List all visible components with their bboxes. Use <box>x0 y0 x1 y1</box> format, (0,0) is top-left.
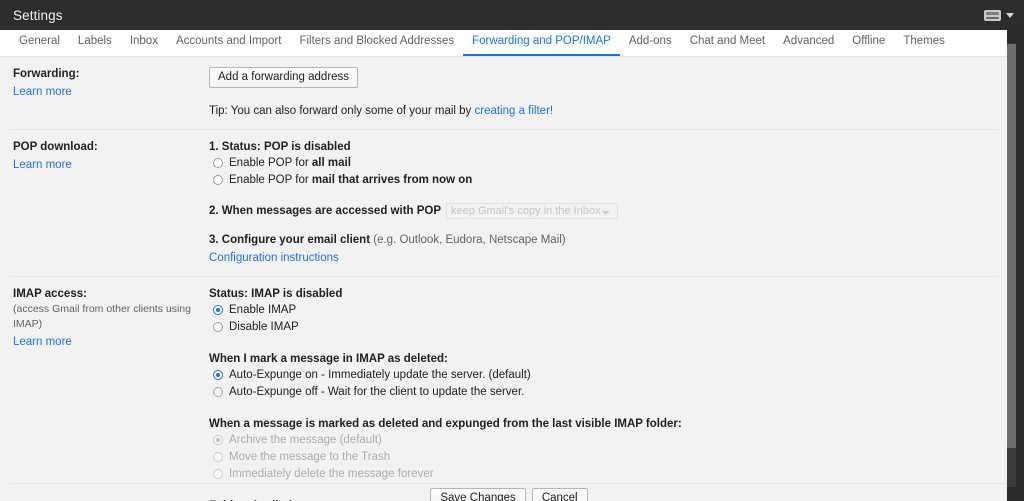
imap-expunged-archive-label: Archive the message (default) <box>229 433 382 448</box>
add-forwarding-address-button[interactable]: Add a forwarding address <box>209 67 358 88</box>
section-forwarding: Forwarding: Learn more Add a forwarding … <box>10 57 998 130</box>
page-scrollbar[interactable] <box>1007 30 1016 501</box>
pop-heading: POP download: <box>13 140 208 155</box>
pop-option-all-mail-row[interactable]: Enable POP for all mail <box>209 155 998 172</box>
imap-deleted-heading: When I mark a message in IMAP as deleted… <box>209 352 998 367</box>
pop-status-label: 1. Status: POP is disabled <box>209 140 998 155</box>
imap-expunge-off-label: Auto-Expunge off - Wait for the client t… <box>229 385 524 400</box>
settings-page: General Labels Inbox Accounts and Import… <box>0 30 1008 501</box>
pop-label-column: POP download: Learn more <box>10 139 208 266</box>
imap-expunged-archive-radio <box>213 435 223 445</box>
tab-filters-and-blocked-addresses[interactable]: Filters and Blocked Addresses <box>290 35 463 56</box>
pop-option-from-now-on-prefix: Enable POP for <box>229 174 312 186</box>
imap-disable-radio[interactable] <box>213 322 223 332</box>
settings-tabbar: General Labels Inbox Accounts and Import… <box>0 30 1008 57</box>
imap-content-column: Status: IMAP is disabled Enable IMAP Dis… <box>208 286 998 501</box>
save-changes-button[interactable]: Save Changes <box>430 488 525 501</box>
pop-option-all-mail-strong: all mail <box>312 157 351 169</box>
titlebar-right-controls <box>984 10 1014 21</box>
tab-chat-and-meet[interactable]: Chat and Meet <box>681 35 774 56</box>
keyboard-icon[interactable] <box>984 10 1001 21</box>
imap-expunged-delete-radio <box>213 469 223 479</box>
tab-labels[interactable]: Labels <box>69 35 121 56</box>
cancel-button[interactable]: Cancel <box>532 488 588 501</box>
forwarding-tip-text: Tip: You can also forward only some of y… <box>209 105 474 117</box>
forwarding-heading: Forwarding: <box>13 67 208 82</box>
tab-accounts-and-import[interactable]: Accounts and Import <box>167 35 290 56</box>
imap-enable-label: Enable IMAP <box>229 303 296 318</box>
section-imap-access: IMAP access: (access Gmail from other cl… <box>10 277 998 501</box>
imap-expunged-delete-label: Immediately delete the message forever <box>229 467 434 482</box>
imap-disable-label: Disable IMAP <box>229 320 299 335</box>
chevron-down-icon[interactable] <box>1006 13 1014 18</box>
forwarding-label-column: Forwarding: Learn more <box>10 66 208 119</box>
scrollbar-thumb[interactable] <box>1007 44 1016 448</box>
forwarding-tip: Tip: You can also forward only some of y… <box>209 104 998 119</box>
tab-inbox[interactable]: Inbox <box>121 35 167 56</box>
imap-expunged-trash-label: Move the message to the Trash <box>229 450 390 465</box>
section-pop-download: POP download: Learn more 1. Status: POP … <box>10 130 998 277</box>
settings-window: Settings General Labels Inbox Accounts a… <box>0 0 1024 501</box>
pop-option-all-mail-radio[interactable] <box>213 158 223 168</box>
imap-expunged-archive-row[interactable]: Archive the message (default) <box>209 432 998 449</box>
imap-disable-row[interactable]: Disable IMAP <box>209 319 998 336</box>
imap-enable-row[interactable]: Enable IMAP <box>209 302 998 319</box>
pop-option-all-mail-prefix: Enable POP for <box>229 157 312 169</box>
imap-expunge-on-row[interactable]: Auto-Expunge on - Immediately update the… <box>209 367 998 384</box>
pop-step3-rest: (e.g. Outlook, Eudora, Netscape Mail) <box>370 234 566 246</box>
pop-option-from-now-on-radio[interactable] <box>213 175 223 185</box>
imap-subheading: (access Gmail from other clients using I… <box>13 302 208 332</box>
pop-option-from-now-on-strong: mail that arrives from now on <box>312 174 472 186</box>
pop-step2-label: 2. When messages are accessed with POP <box>209 204 441 219</box>
imap-expunge-off-radio[interactable] <box>213 387 223 397</box>
imap-heading: IMAP access: <box>13 287 208 302</box>
pop-option-from-now-on-row[interactable]: Enable POP for mail that arrives from no… <box>209 172 998 189</box>
window-title: Settings <box>13 8 63 23</box>
pop-step2-row: 2. When messages are accessed with POP k… <box>209 203 998 219</box>
settings-content: Forwarding: Learn more Add a forwarding … <box>0 57 1008 501</box>
pop-content-column: 1. Status: POP is disabled Enable POP fo… <box>208 139 998 266</box>
imap-expunged-heading: When a message is marked as deleted and … <box>209 417 998 432</box>
imap-expunge-on-radio[interactable] <box>213 370 223 380</box>
forwarding-content-column: Add a forwarding address Tip: You can al… <box>208 66 998 119</box>
imap-enable-radio[interactable] <box>213 305 223 315</box>
tab-advanced[interactable]: Advanced <box>774 35 843 56</box>
pop-option-all-mail-label: Enable POP for all mail <box>229 156 351 171</box>
imap-expunge-on-label: Auto-Expunge on - Immediately update the… <box>229 368 531 383</box>
tab-general[interactable]: General <box>10 35 69 56</box>
window-titlebar: Settings <box>0 0 1024 30</box>
imap-expunge-off-row[interactable]: Auto-Expunge off - Wait for the client t… <box>209 384 998 401</box>
tab-offline[interactable]: Offline <box>843 35 894 56</box>
tab-forwarding-and-pop-imap[interactable]: Forwarding and POP/IMAP <box>463 35 620 56</box>
imap-status-label: Status: IMAP is disabled <box>209 287 998 302</box>
forwarding-learn-more-link[interactable]: Learn more <box>13 85 72 100</box>
pop-step3-row: 3. Configure your email client (e.g. Out… <box>209 233 998 248</box>
pop-accessed-action-select[interactable]: keep Gmail's copy in the Inbox <box>446 203 618 219</box>
tab-themes[interactable]: Themes <box>894 35 954 56</box>
imap-label-column: IMAP access: (access Gmail from other cl… <box>10 286 208 501</box>
imap-expunged-delete-row[interactable]: Immediately delete the message forever <box>209 466 998 483</box>
window-right-gutter <box>1016 30 1024 501</box>
creating-a-filter-link[interactable]: creating a filter! <box>474 104 553 119</box>
pop-learn-more-link[interactable]: Learn more <box>13 158 72 173</box>
pop-configuration-instructions-link[interactable]: Configuration instructions <box>209 251 339 266</box>
pop-step3-strong: 3. Configure your email client <box>209 234 370 246</box>
imap-learn-more-link[interactable]: Learn more <box>13 335 72 350</box>
imap-expunged-trash-row[interactable]: Move the message to the Trash <box>209 449 998 466</box>
tab-add-ons[interactable]: Add-ons <box>620 35 681 56</box>
imap-expunged-trash-radio <box>213 452 223 462</box>
pop-option-from-now-on-label: Enable POP for mail that arrives from no… <box>229 173 472 188</box>
settings-footer: Save Changes Cancel <box>10 483 1008 501</box>
